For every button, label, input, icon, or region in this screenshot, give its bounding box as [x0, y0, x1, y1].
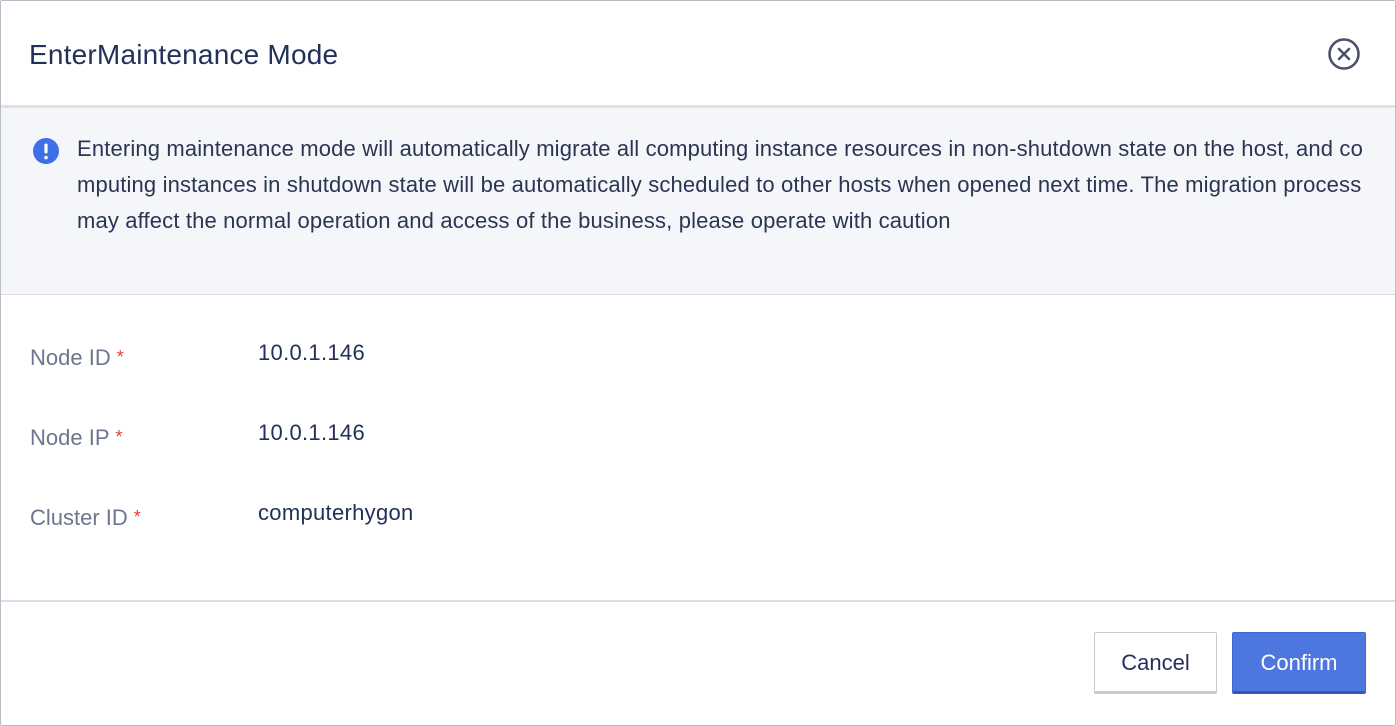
confirm-button[interactable]: Confirm — [1232, 632, 1366, 694]
required-mark: * — [133, 507, 141, 527]
close-icon[interactable] — [1327, 37, 1361, 71]
info-icon — [33, 138, 59, 164]
node-id-value: 10.0.1.146 — [258, 340, 365, 365]
cluster-id-label: Cluster ID * — [30, 505, 141, 530]
cancel-button[interactable]: Cancel — [1094, 632, 1217, 694]
maintenance-mode-dialog: EnterMaintenance Mode Entering maintenan… — [0, 0, 1396, 726]
node-ip-label: Node IP * — [30, 425, 123, 450]
cluster-id-value: computerhygon — [258, 500, 414, 525]
node-id-label: Node ID * — [30, 345, 124, 370]
required-mark: * — [116, 347, 124, 367]
alert-message: Entering maintenance mode will automatic… — [77, 136, 1363, 233]
required-mark: * — [115, 427, 123, 447]
dialog-title: EnterMaintenance Mode — [29, 39, 339, 70]
node-ip-value: 10.0.1.146 — [258, 420, 365, 445]
